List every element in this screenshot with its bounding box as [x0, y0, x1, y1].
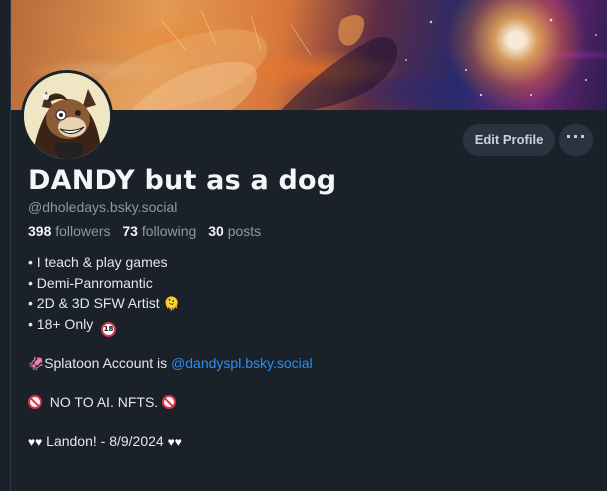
- more-options-button[interactable]: ···: [559, 124, 593, 156]
- bio-line: 🦑Splatoon Account is @dandyspl.bsky.soci…: [28, 353, 568, 374]
- bio-line-text: • Demi-Panromantic: [28, 274, 153, 291]
- profile-page: Edit Profile ··· DANDY but as a dog @dho…: [0, 0, 607, 491]
- bio-blank-line: [28, 373, 568, 392]
- posts-label: posts: [227, 223, 262, 239]
- melting-face-icon: 🫠: [163, 296, 180, 311]
- followers-label: followers: [55, 223, 111, 239]
- profile-bio: • I teach & play games • Demi-Panromanti…: [28, 252, 568, 451]
- bio-line-text: • 18+ Only: [28, 315, 94, 332]
- following-label: following: [141, 223, 197, 239]
- bio-line-text: NO TO AI. NFTS.: [49, 393, 159, 410]
- bio-line: • 18+ Only 18: [28, 314, 568, 337]
- more-icon: ···: [565, 127, 587, 146]
- hearts-icon: ♥♥: [28, 434, 43, 449]
- profile-stats: 398 followers 73 following 30 posts: [28, 223, 269, 239]
- bio-line: NO TO AI. NFTS.: [28, 392, 568, 413]
- avatar-dog-illustration-icon: [24, 73, 110, 159]
- bio-blank-line: [28, 334, 568, 353]
- followers-stat[interactable]: 398 followers: [28, 223, 111, 239]
- no-under-18-icon: 18: [101, 321, 116, 337]
- prohibited-icon: [162, 394, 177, 409]
- avatar[interactable]: [21, 70, 113, 162]
- bio-line: ♥♥ Landon! - 8/9/2024 ♥♥: [28, 431, 568, 452]
- bio-line-text: Landon! - 8/9/2024: [46, 432, 164, 449]
- bio-line-text: • I teach & play games: [28, 254, 168, 270]
- bio-line-text: Splatoon Account is: [44, 354, 172, 371]
- squid-icon: 🦑: [28, 355, 45, 371]
- posts-stat: 30 posts: [208, 223, 261, 239]
- edit-profile-button[interactable]: Edit Profile: [463, 124, 555, 156]
- bio-line: • Demi-Panromantic: [28, 273, 568, 294]
- following-count: 73: [122, 223, 138, 239]
- bio-line: • I teach & play games: [28, 252, 568, 273]
- profile-handle[interactable]: @dholedays.bsky.social: [28, 199, 177, 215]
- bio-line: • 2D & 3D SFW Artist 🫠: [28, 293, 568, 314]
- following-stat[interactable]: 73 following: [122, 223, 196, 239]
- prohibited-icon: [28, 394, 42, 409]
- bio-line-text: • 2D & 3D SFW Artist: [28, 295, 160, 311]
- bio-blank-line: [28, 412, 568, 431]
- followers-count: 398: [28, 223, 52, 239]
- display-name: DANDY but as a dog: [28, 165, 337, 196]
- hearts-icon: ♥♥: [167, 434, 182, 449]
- posts-count: 30: [208, 223, 224, 239]
- left-gutter: [0, 0, 11, 491]
- splatoon-account-link[interactable]: @dandyspl.bsky.social: [171, 355, 313, 371]
